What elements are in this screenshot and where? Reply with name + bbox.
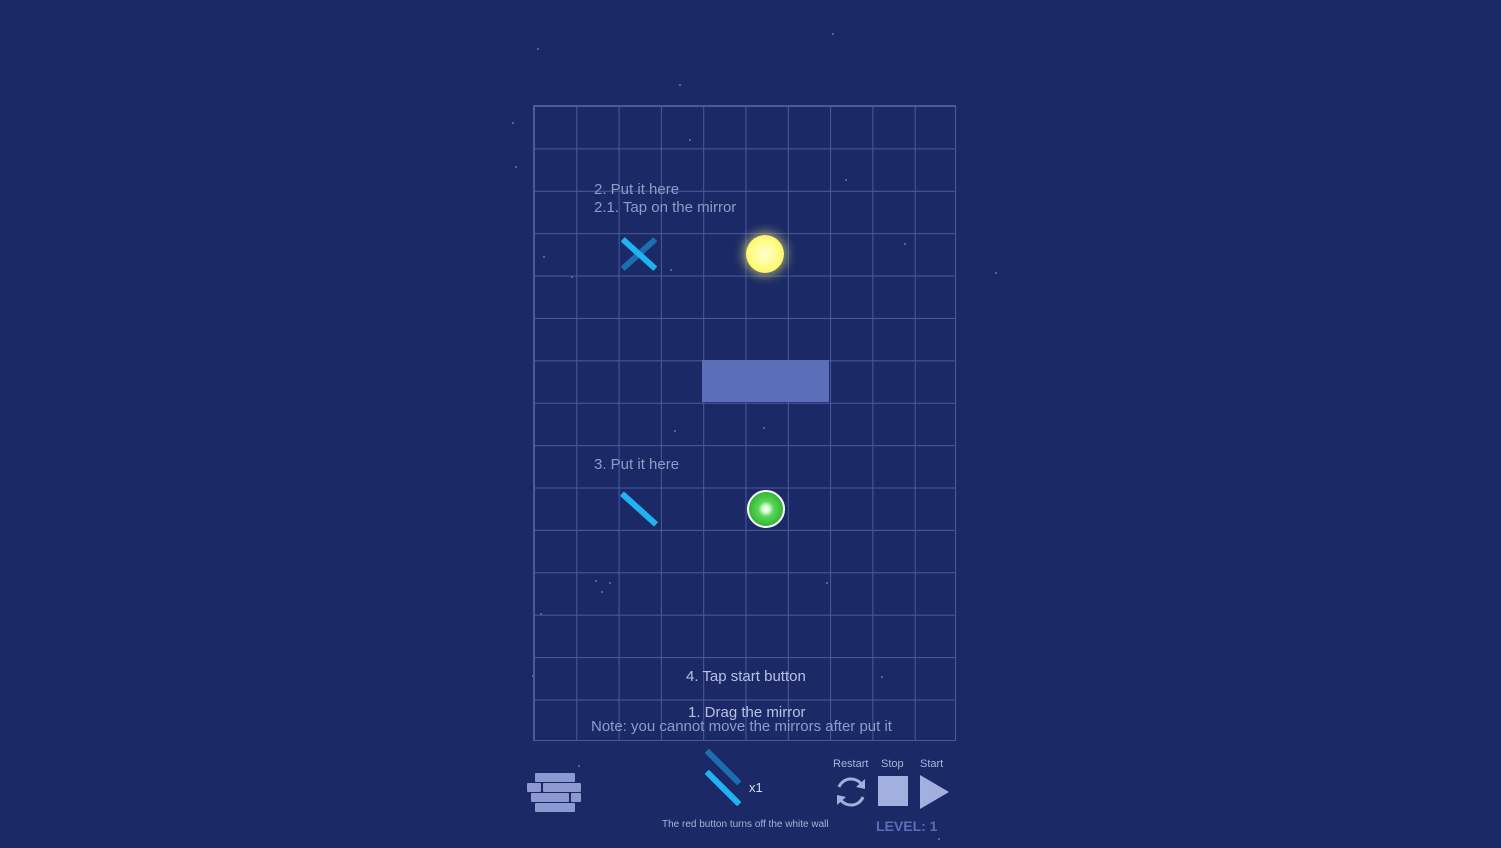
stop-icon bbox=[878, 776, 908, 806]
hint-step-2-1: 2.1. Tap on the mirror bbox=[594, 199, 737, 216]
bricks-menu-icon[interactable] bbox=[527, 773, 583, 812]
mirror-inventory[interactable] bbox=[700, 748, 750, 810]
brick bbox=[543, 783, 581, 792]
hint-step-2: 2. Put it here bbox=[594, 181, 680, 198]
star bbox=[578, 765, 580, 767]
brick bbox=[535, 773, 575, 782]
restart-label: Restart bbox=[833, 758, 869, 770]
wall-block bbox=[702, 360, 829, 402]
mirror-bar-light bbox=[619, 491, 659, 527]
start-label: Start bbox=[920, 758, 944, 770]
hint-note: Note: you cannot move the mirrors after … bbox=[591, 718, 892, 735]
footer-tip: The red button turns off the white wall bbox=[662, 819, 829, 830]
placed-mirror[interactable] bbox=[616, 487, 662, 531]
brick bbox=[571, 793, 581, 802]
hint-step-3: 3. Put it here bbox=[594, 456, 680, 473]
brick bbox=[527, 783, 541, 792]
target-icon bbox=[747, 490, 785, 528]
game-stage: 2. Put it here 2.1. Tap on the mirror 3.… bbox=[0, 0, 1501, 848]
star bbox=[679, 84, 681, 86]
restart-icon bbox=[837, 777, 865, 807]
restart-button[interactable] bbox=[832, 773, 870, 811]
star bbox=[995, 272, 997, 274]
hint-step-4: 4. Tap start button bbox=[686, 668, 806, 685]
placed-mirror-rotatable[interactable] bbox=[616, 232, 662, 276]
star bbox=[512, 122, 514, 124]
star bbox=[537, 48, 539, 50]
level-indicator: LEVEL: 1 bbox=[876, 818, 938, 834]
brick bbox=[531, 793, 569, 802]
play-icon bbox=[920, 775, 949, 809]
brick bbox=[535, 803, 575, 812]
star bbox=[832, 33, 834, 35]
stop-label: Stop bbox=[881, 758, 904, 770]
inventory-count: x1 bbox=[749, 780, 763, 795]
star bbox=[515, 166, 517, 168]
stop-button[interactable] bbox=[878, 776, 908, 806]
start-button[interactable] bbox=[918, 774, 950, 810]
light-source-icon bbox=[746, 235, 784, 273]
star bbox=[938, 838, 940, 840]
